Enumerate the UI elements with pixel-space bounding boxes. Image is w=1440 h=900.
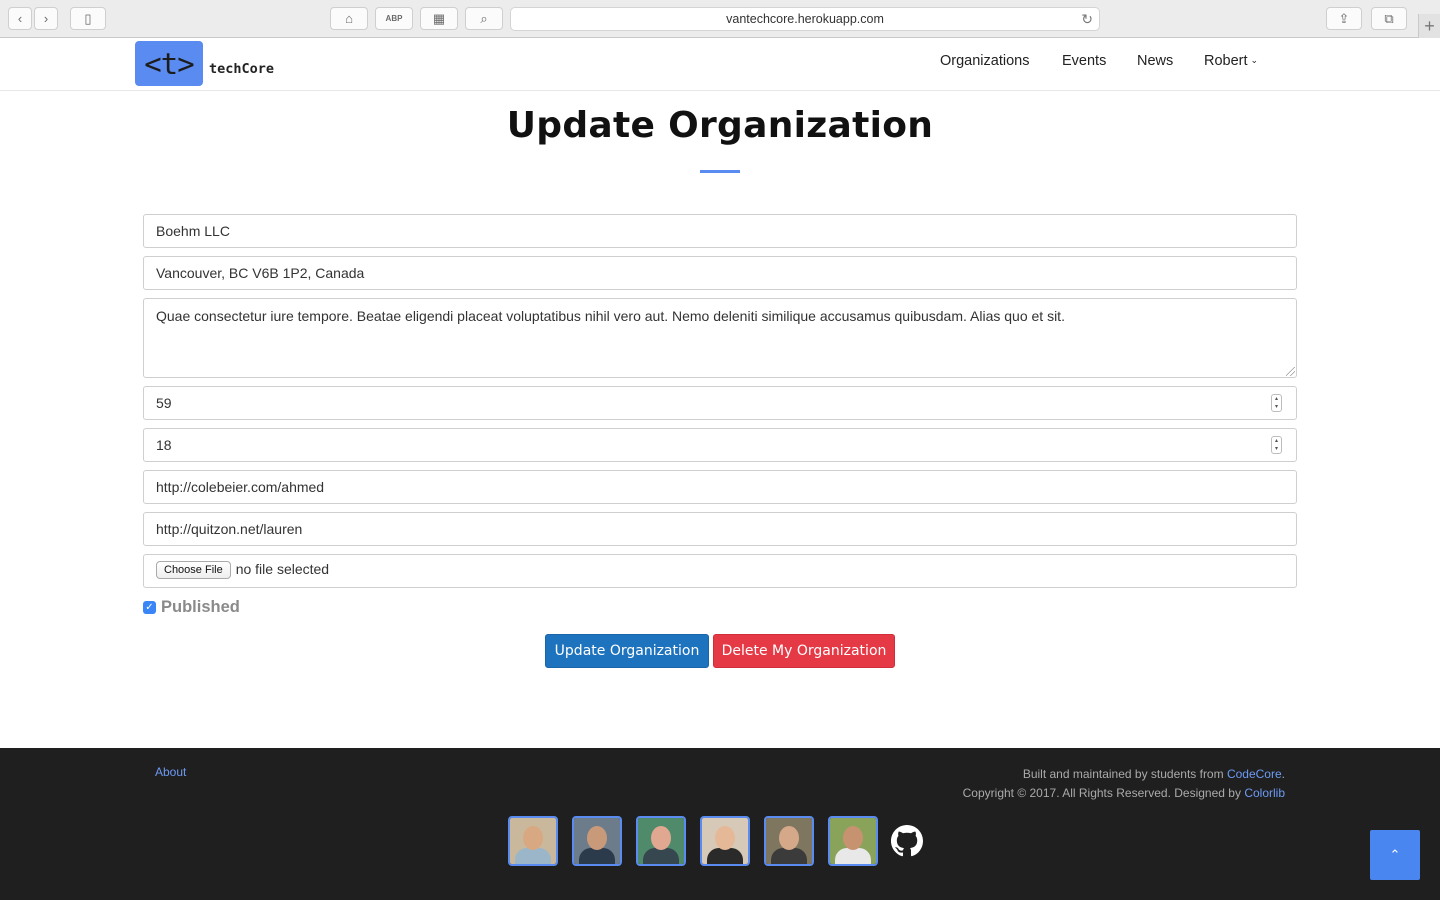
file-input: Choose File no file selected — [143, 554, 1297, 588]
title-divider — [700, 170, 740, 173]
contributor-avatar[interactable] — [764, 816, 814, 866]
home-icon[interactable]: ⌂ — [330, 7, 368, 30]
tabs-icon[interactable]: ⧉ — [1371, 7, 1407, 30]
nav-news[interactable]: News — [1137, 53, 1173, 69]
delete-organization-button[interactable]: Delete My Organization — [713, 634, 895, 668]
number-input-1[interactable]: 59 ▴ ▾ — [143, 386, 1297, 420]
logo-icon[interactable]: <t> — [135, 41, 203, 86]
contributor-avatar[interactable] — [828, 816, 878, 866]
built-by-text: Built and maintained by students from — [1022, 767, 1224, 781]
name-value: Boehm LLC — [156, 223, 230, 239]
forward-icon[interactable]: › — [34, 7, 58, 30]
copyright-text: Copyright © 2017. All Rights Reserved. D… — [962, 786, 1241, 800]
published-toggle[interactable]: ✓ Published — [143, 598, 240, 617]
published-label: Published — [161, 598, 240, 616]
address-bar[interactable]: vantechcore.herokuapp.com ↻ — [510, 7, 1100, 31]
built-by-period: . — [1281, 767, 1285, 781]
address-value: Vancouver, BC V6B 1P2, Canada — [156, 265, 365, 281]
secondary-url-value: http://quitzon.net/lauren — [156, 521, 303, 537]
contributor-avatar[interactable] — [508, 816, 558, 866]
logo-text[interactable]: techCore — [209, 61, 274, 77]
search-icon[interactable]: ⌕ — [465, 7, 503, 30]
contributor-avatar[interactable] — [572, 816, 622, 866]
number-2-value: 18 — [156, 437, 172, 453]
chevron-down-icon: ⌄ — [1250, 55, 1259, 65]
about-link[interactable]: About — [155, 765, 186, 779]
choose-file-button[interactable]: Choose File — [156, 561, 231, 579]
secondary-url-input[interactable]: http://quitzon.net/lauren — [143, 512, 1297, 546]
description-textarea[interactable]: Quae consectetur iure tempore. Beatae el… — [143, 298, 1297, 378]
name-input[interactable]: Boehm LLC — [143, 214, 1297, 248]
copyright-line: Copyright © 2017. All Rights Reserved. D… — [963, 784, 1285, 803]
adblock-icon[interactable]: ABP — [375, 7, 413, 30]
share-icon[interactable]: ⇪ — [1326, 7, 1362, 30]
website-value: http://colebeier.com/ahmed — [156, 479, 325, 495]
nav-events[interactable]: Events — [1062, 53, 1106, 69]
number-input-2[interactable]: 18 ▴ ▾ — [143, 428, 1297, 462]
new-tab-icon[interactable]: + — [1418, 14, 1440, 38]
address-input[interactable]: Vancouver, BC V6B 1P2, Canada — [143, 256, 1297, 290]
codecore-link[interactable]: CodeCore — [1227, 767, 1282, 781]
website-input[interactable]: http://colebeier.com/ahmed — [143, 470, 1297, 504]
chevron-up-icon: ⌃ — [1389, 847, 1401, 862]
contributor-avatar[interactable] — [700, 816, 750, 866]
url-text: vantechcore.herokuapp.com — [726, 12, 884, 26]
checkbox-checked-icon[interactable]: ✓ — [143, 601, 156, 614]
browser-toolbar: ‹ › ▯ ⌂ ABP ▦ ⌕ vantechcore.herokuapp.co… — [0, 0, 1440, 38]
nav-organizations[interactable]: Organizations — [940, 53, 1029, 69]
description-value: Quae consectetur iure tempore. Beatae el… — [156, 308, 1065, 324]
user-name: Robert — [1204, 53, 1248, 69]
site-navbar: <t> techCore Organizations Events News R… — [0, 38, 1440, 91]
contributor-avatar[interactable] — [636, 816, 686, 866]
resize-handle-icon[interactable] — [1286, 367, 1295, 376]
reader-icon[interactable]: ▦ — [420, 7, 458, 30]
page-title: Update Organization — [506, 105, 934, 146]
reload-icon[interactable]: ↻ — [1081, 11, 1093, 28]
footer-credits: Built and maintained by students from Co… — [963, 765, 1285, 803]
update-organization-button[interactable]: Update Organization — [545, 634, 709, 668]
github-icon[interactable] — [891, 825, 923, 857]
built-by-line: Built and maintained by students from Co… — [963, 765, 1285, 784]
back-icon[interactable]: ‹ — [8, 7, 32, 30]
contributor-avatars — [508, 816, 892, 866]
nav-user-menu[interactable]: Robert ⌄ — [1204, 53, 1258, 69]
colorlib-link[interactable]: Colorlib — [1244, 786, 1285, 800]
number-1-value: 59 — [156, 395, 172, 411]
sidebar-icon[interactable]: ▯ — [70, 7, 106, 30]
stepper-icon[interactable]: ▴ ▾ — [1271, 436, 1282, 454]
stepper-icon[interactable]: ▴ ▾ — [1271, 394, 1282, 412]
scroll-to-top-button[interactable]: ⌃ — [1370, 830, 1420, 880]
file-status: no file selected — [235, 561, 330, 577]
site-footer: About Built and maintained by students f… — [0, 748, 1440, 900]
